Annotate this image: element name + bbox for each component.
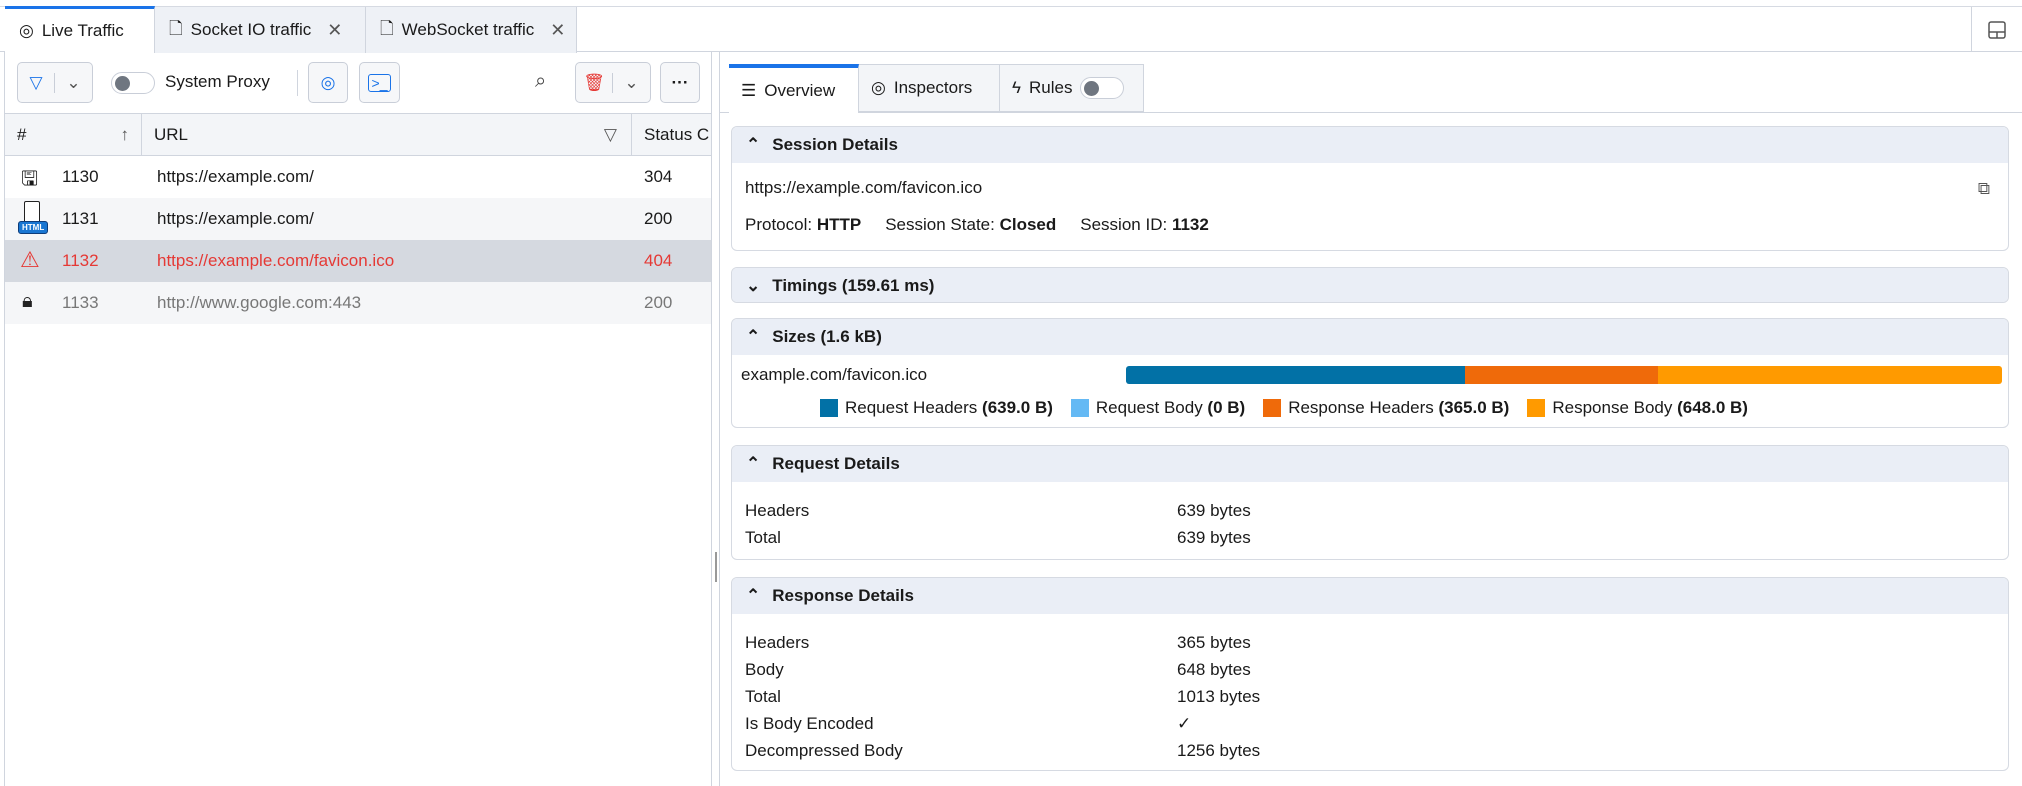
size-segment bbox=[1658, 366, 2002, 384]
session-details-card: ⌃ Session Details https://example.com/fav… bbox=[731, 126, 2009, 251]
layout-toggle-button[interactable] bbox=[1971, 7, 2022, 52]
legend-label: Request Body (0 B) bbox=[1095, 398, 1246, 417]
session-url: https://example.com/favicon.ico bbox=[745, 178, 983, 197]
left-border bbox=[4, 52, 5, 786]
request-details-header[interactable]: ⌃ Request Details bbox=[732, 446, 2008, 482]
legend-swatch bbox=[1070, 399, 1089, 417]
search-icon[interactable]: ⌕ bbox=[535, 70, 546, 93]
toolbar-divider bbox=[297, 70, 298, 96]
chevron-down-icon[interactable]: ⌄ bbox=[613, 73, 650, 93]
terminal-button[interactable]: >_ bbox=[359, 62, 400, 103]
session-meta: Protocol: HTTP Session State: Closed Ses… bbox=[745, 215, 1209, 234]
column-header-status[interactable]: Status C bbox=[632, 114, 711, 155]
grid-header: # ↑ URL ▽ Status C bbox=[5, 113, 711, 156]
trash-icon[interactable]: 🗑 bbox=[576, 72, 614, 93]
chevron-up-icon: ⌃ bbox=[746, 586, 761, 605]
close-icon[interactable]: ✕ bbox=[550, 20, 565, 41]
legend-label: Response Body (648.0 B) bbox=[1552, 398, 1748, 417]
filter-icon[interactable]: ▽ bbox=[604, 125, 617, 145]
timings-header[interactable]: ⌄ Timings (159.61 ms) bbox=[732, 268, 2008, 302]
table-row[interactable]: HTML 1131 https://example.com/200 bbox=[5, 198, 711, 240]
timings-card: ⌄ Timings (159.61 ms) bbox=[731, 267, 2009, 303]
size-bar bbox=[1126, 366, 2002, 384]
document-tab-bar: ◎ Live Traffic 🗋 Socket IO traffic ✕ 🗋 WebSo… bbox=[0, 6, 2022, 53]
legend-label: Response Headers (365.0 B) bbox=[1288, 398, 1510, 417]
chrome-icon: ◎ bbox=[320, 72, 336, 92]
legend-item: Request Body (0 B) bbox=[1070, 398, 1246, 418]
ellipsis-icon: ··· bbox=[671, 72, 689, 92]
request-details-card: ⌃ Request Details Headers 639 bytes Total 6… bbox=[731, 445, 2009, 560]
tab-socket-io-traffic[interactable]: 🗋 Socket IO traffic ✕ bbox=[155, 7, 366, 53]
legend-swatch bbox=[1527, 399, 1546, 417]
legend-swatch bbox=[820, 399, 838, 417]
sizes-header[interactable]: ⌃ Sizes (1.6 kB) bbox=[732, 319, 2008, 355]
table-row[interactable]: 🖫 1130 https://example.com/304 bbox=[5, 156, 711, 198]
tab-inspectors[interactable]: ◎ Inspectors bbox=[859, 64, 1000, 112]
chevron-up-icon: ⌃ bbox=[746, 327, 761, 346]
eye-icon: ◎ bbox=[19, 21, 34, 40]
sizes-label: example.com/favicon.ico bbox=[741, 365, 928, 384]
tab-underline bbox=[720, 112, 2022, 113]
eye-icon: ◎ bbox=[871, 78, 886, 97]
chevron-up-icon: ⌃ bbox=[746, 135, 761, 154]
chevron-down-icon: ⌄ bbox=[746, 276, 761, 295]
table-row-selected[interactable]: ⚠ 1132 https://example.com/favicon.ico 404 bbox=[5, 240, 711, 282]
legend-label: Request Headers (639.0 B) bbox=[845, 398, 1053, 417]
launch-chrome-button[interactable]: ◎ bbox=[308, 62, 348, 103]
pane-splitter[interactable] bbox=[711, 52, 720, 786]
list-icon: ☰ bbox=[741, 80, 757, 100]
warning-icon: ⚠ bbox=[20, 247, 40, 272]
tab-live-traffic[interactable]: ◎ Live Traffic bbox=[5, 6, 155, 53]
response-details-card: ⌃ Response Details Headers 365 bytes Body 6… bbox=[731, 577, 2009, 771]
response-details-header[interactable]: ⌃ Response Details bbox=[732, 578, 2008, 614]
system-proxy-toggle[interactable] bbox=[111, 72, 155, 94]
copy-icon[interactable]: ⧉ bbox=[1978, 179, 1990, 199]
chevron-down-icon[interactable]: ⌄ bbox=[55, 73, 92, 93]
system-proxy-label: System Proxy bbox=[165, 72, 270, 91]
terminal-icon: >_ bbox=[367, 73, 392, 92]
file-icon: 🗋 bbox=[169, 18, 183, 38]
sizes-card: ⌃ Sizes (1.6 kB) example.com/favicon.ico … bbox=[731, 318, 2009, 428]
column-header-url[interactable]: URL ▽ bbox=[142, 114, 632, 155]
chevron-up-icon: ⌃ bbox=[746, 454, 761, 473]
legend-item: Request Headers (639.0 B) bbox=[820, 398, 1053, 418]
legend-item: Response Body (648.0 B) bbox=[1527, 398, 1748, 418]
tab-rules[interactable]: ϟ Rules bbox=[1000, 64, 1144, 112]
file-icon: 🗋 bbox=[380, 18, 394, 38]
legend-item: Response Headers (365.0 B) bbox=[1263, 398, 1509, 418]
filter-button-group[interactable]: ▽ ⌄ bbox=[17, 62, 93, 103]
lock-icon: 🔒︎ bbox=[22, 290, 33, 312]
column-header-number[interactable]: # ↑ bbox=[5, 114, 142, 155]
size-segment bbox=[1464, 366, 1659, 384]
clear-sessions-button-group[interactable]: 🗑 ⌄ bbox=[575, 62, 651, 103]
cache-icon: 🖫 bbox=[21, 168, 39, 190]
more-options-button[interactable]: ··· bbox=[660, 62, 700, 103]
size-legend: Request Headers (639.0 B) Request Body (0… bbox=[820, 398, 1766, 422]
filter-icon[interactable]: ▽ bbox=[18, 72, 56, 93]
close-icon[interactable]: ✕ bbox=[327, 20, 342, 41]
rules-toggle[interactable] bbox=[1080, 77, 1125, 99]
lightning-icon: ϟ bbox=[1012, 78, 1021, 97]
session-details-header[interactable]: ⌃ Session Details bbox=[732, 127, 2008, 163]
size-segment bbox=[1126, 366, 1465, 384]
legend-swatch bbox=[1263, 399, 1282, 417]
html-file-icon: HTML bbox=[18, 201, 49, 237]
tab-overview[interactable]: ☰ Overview bbox=[729, 64, 859, 113]
layout-icon bbox=[1988, 20, 2006, 39]
table-row[interactable]: 🔒︎ 1133 http://www.google.com:443 200 bbox=[5, 282, 711, 324]
sort-ascending-icon[interactable]: ↑ bbox=[121, 125, 130, 145]
tab-websocket-traffic[interactable]: 🗋 WebSocket traffic ✕ bbox=[366, 7, 577, 53]
